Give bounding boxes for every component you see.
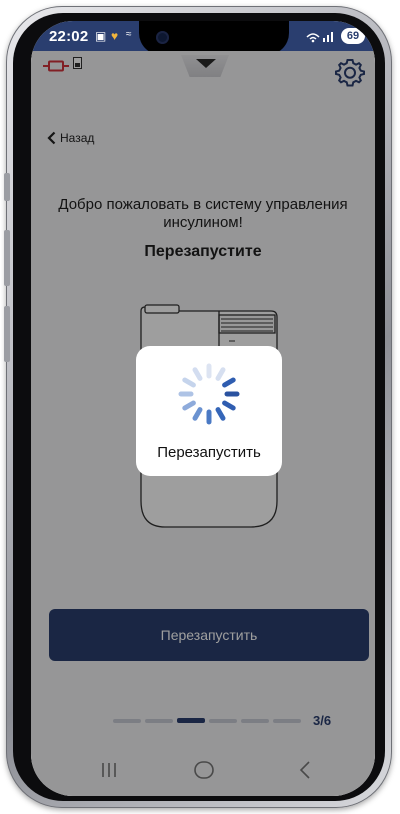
loading-label: Перезапустить (157, 444, 261, 461)
side-button-volume-down (4, 306, 10, 362)
signal-icon (305, 29, 335, 46)
battery-level: 69 (341, 28, 365, 44)
side-button-action (4, 173, 10, 201)
screenshot-icon: ▣ (95, 29, 107, 43)
phone-screen: 22:02 ▣ ♥ ≈ 69 Назад Добро пожаловать в … (31, 21, 375, 796)
loading-spinner-icon (175, 360, 243, 433)
status-time: 22:02 (49, 28, 89, 45)
front-camera (156, 31, 169, 44)
wifi-calling-icon: ≈ (126, 29, 132, 40)
side-button-volume-up (4, 230, 10, 286)
heart-icon: ♥ (111, 29, 119, 43)
loading-dialog: Перезапустить (136, 346, 282, 476)
